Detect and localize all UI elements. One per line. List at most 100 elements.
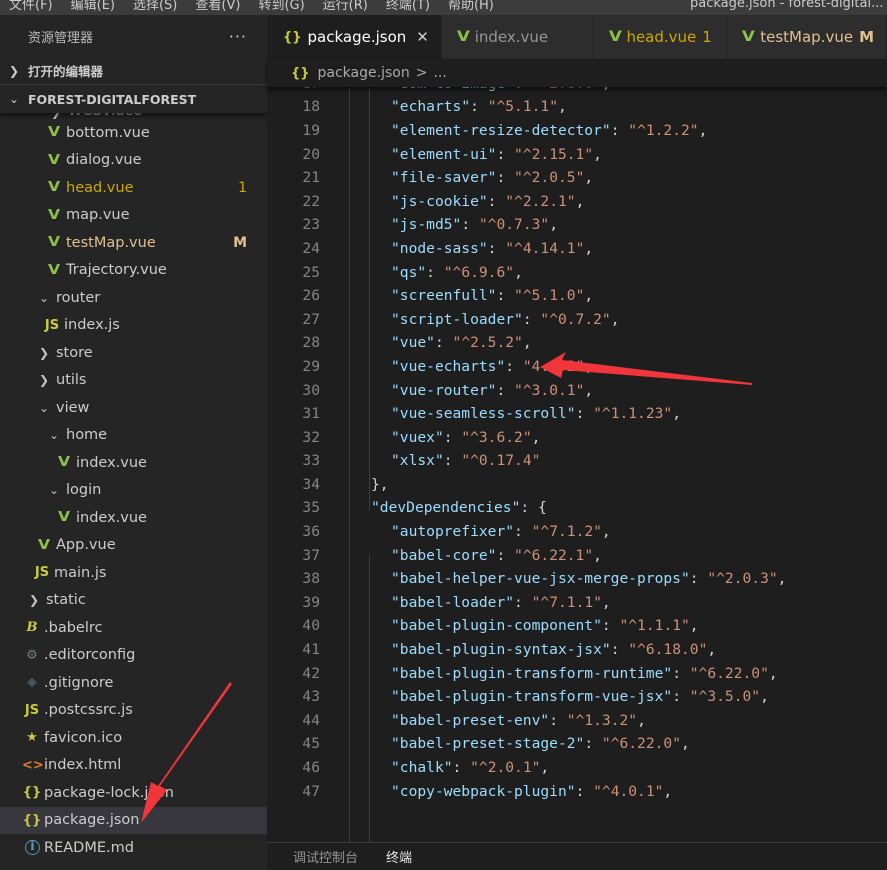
tree-item-label: utils xyxy=(56,372,87,389)
json-value: ^2.0.1 xyxy=(478,759,532,777)
tree-file-gitignore[interactable]: ◆ .gitignore xyxy=(0,669,267,697)
line-number: 42 xyxy=(302,664,320,682)
tree-folder-view[interactable]: ⌄ view xyxy=(0,394,267,422)
breadcrumb-separator: > xyxy=(415,65,428,81)
tree-file-babelrc[interactable]: B .babelrc xyxy=(0,614,267,642)
line-number: 46 xyxy=(302,759,320,777)
menu-help[interactable]: 帮助(H) xyxy=(439,0,503,13)
json-key: copy-webpack-plugin xyxy=(399,782,567,800)
tree-folder-home[interactable]: ⌄ home xyxy=(0,422,267,450)
code-line: 21 "file-saver": "^2.0.5", xyxy=(267,166,887,190)
line-number: 26 xyxy=(302,287,320,305)
tree-file-testmap-vue[interactable]: V testMap.vue M xyxy=(0,229,267,257)
tree-folder-static[interactable]: ❯ static xyxy=(0,587,267,615)
json-key: xlsx xyxy=(399,452,435,470)
tree-folder-login[interactable]: ⌄ login xyxy=(0,477,267,505)
tree-file-router-index-js[interactable]: JS index.js xyxy=(0,312,267,340)
tree-item-label: bottom.vue xyxy=(66,124,150,141)
tree-folder-utils[interactable]: ❯ utils xyxy=(0,367,267,395)
json-key: vue-router xyxy=(399,381,488,399)
json-value: ^3.5.0 xyxy=(698,688,752,706)
tree-file-dialog-vue[interactable]: V dialog.vue xyxy=(0,147,267,175)
code-text: "babel-plugin-component": "^1.1.1", xyxy=(391,617,699,635)
tree-file-home-index-vue[interactable]: V index.vue xyxy=(0,449,267,477)
tree-file-readme[interactable]: i README.md xyxy=(0,834,267,862)
json-key: element-resize-detector xyxy=(399,121,602,139)
tree-file-login-index-vue[interactable]: V index.vue xyxy=(0,504,267,532)
code-text: "script-loader": "^0.7.2", xyxy=(391,310,620,328)
tab-package-json[interactable]: {} package.json ✕ xyxy=(267,15,442,59)
tree-file-index-html[interactable]: <> index.html xyxy=(0,752,267,780)
tab-head-vue[interactable]: V head.vue 1 xyxy=(593,15,728,59)
tree-item-label: head.vue xyxy=(66,179,134,196)
tree-item-label: static xyxy=(46,592,86,609)
line-number: 18 xyxy=(302,98,320,116)
json-value: ^2.15.1 xyxy=(522,145,585,163)
tree-file-editorconfig[interactable]: ⚙ .editorconfig xyxy=(0,642,267,670)
vue-icon: V xyxy=(608,29,622,45)
line-number: 22 xyxy=(302,192,320,210)
menu-terminal[interactable]: 终端(T) xyxy=(377,0,439,13)
menu-file[interactable]: 文件(F) xyxy=(0,0,62,13)
tree-file-trajectory-vue[interactable]: V Trajectory.vue xyxy=(0,257,267,285)
json-key: babel-preset-stage-2 xyxy=(399,735,576,753)
chevron-right-icon: ❯ xyxy=(38,345,50,360)
code-line: 46 "chalk": "^2.0.1", xyxy=(267,756,887,780)
code-line: 25 "qs": "^6.9.6", xyxy=(267,260,887,284)
code-editor[interactable]: 16"compression-webpack-plugin": "^1.1.12… xyxy=(267,59,887,842)
tree-file-postcssrc-js[interactable]: JS .postcssrc.js xyxy=(0,697,267,725)
tree-file-map-vue[interactable]: V map.vue xyxy=(0,202,267,230)
json-key: script-loader xyxy=(399,310,515,328)
code-text: "element-resize-detector": "^1.2.2", xyxy=(391,121,708,139)
tree-file-package-lock-json[interactable]: {} package-lock.json xyxy=(0,779,267,807)
menu-go[interactable]: 转到(G) xyxy=(249,0,313,13)
tree-file-bottom-vue[interactable]: V bottom.vue xyxy=(0,119,267,147)
chevron-down-icon: ⌄ xyxy=(8,92,20,106)
code-text: "vue-router": "^3.0.1", xyxy=(391,381,594,399)
tree-folder-router[interactable]: ⌄ router xyxy=(0,284,267,312)
menu-view[interactable]: 查看(V) xyxy=(186,0,249,13)
close-icon[interactable]: ✕ xyxy=(416,28,429,46)
json-key: echarts xyxy=(399,98,462,116)
git-icon: ◆ xyxy=(27,675,37,691)
tree-item-label: index.js xyxy=(64,317,120,334)
menu-run[interactable]: 运行(R) xyxy=(314,0,377,13)
chevron-right-icon: ❯ xyxy=(8,63,20,78)
json-key: chalk xyxy=(399,759,444,777)
code-line: 47 "copy-webpack-plugin": "^4.0.1", xyxy=(267,779,887,803)
open-editors-section[interactable]: ❯ 打开的编辑器 xyxy=(0,57,267,85)
tree-item-label: view xyxy=(56,399,90,416)
line-number: 32 xyxy=(302,428,320,446)
breadcrumb-symbols[interactable]: ... xyxy=(433,65,446,81)
vue-icon: V xyxy=(47,207,61,223)
tab-testmap-vue[interactable]: V testMap.vue M xyxy=(727,15,887,59)
menu-selection[interactable]: 选择(S) xyxy=(124,0,186,13)
code-line: 37 "babel-core": "^6.22.1", xyxy=(267,543,887,567)
tree-file-head-vue[interactable]: V head.vue 1 xyxy=(0,174,267,202)
json-value: ^1.2.2 xyxy=(637,121,690,139)
tab-debug-console[interactable]: 调试控制台 xyxy=(293,847,358,866)
tree-item-label: .babelrc xyxy=(44,619,103,636)
tree-folder-store[interactable]: ❯ store xyxy=(0,339,267,367)
breadcrumb-file[interactable]: package.json xyxy=(318,65,410,81)
line-number: 21 xyxy=(302,169,320,187)
code-line: 45 "babel-preset-stage-2": "^6.22.0", xyxy=(267,732,887,756)
more-actions-button[interactable]: ··· xyxy=(229,27,247,46)
tab-terminal[interactable]: 终端 xyxy=(386,847,412,866)
tab-index-vue[interactable]: V index.vue xyxy=(441,15,594,59)
code-line: 44 "babel-preset-env": "^1.3.2", xyxy=(267,709,887,733)
line-number: 30 xyxy=(302,381,320,399)
punctuation: }, xyxy=(371,475,389,493)
code-text: "babel-plugin-transform-vue-jsx": "^3.5.… xyxy=(391,688,769,706)
vue-icon: V xyxy=(47,180,61,196)
chevron-down-icon: ⌄ xyxy=(38,290,50,305)
tree-item-label: .editorconfig xyxy=(44,647,136,664)
tree-file-app-vue[interactable]: V App.vue xyxy=(0,532,267,560)
tree-file-main-js[interactable]: JS main.js xyxy=(0,559,267,587)
tree-file-favicon[interactable]: ★ favicon.ico xyxy=(0,724,267,752)
project-section[interactable]: ⌄ FOREST-DIGITALFOREST xyxy=(0,85,267,113)
code-line: 20 "element-ui": "^2.15.1", xyxy=(267,142,887,166)
tree-file-package-json[interactable]: {} package.json xyxy=(0,806,267,834)
menu-bar: 文件(F) 编辑(E) 选择(S) 查看(V) 转到(G) 运行(R) 终端(T… xyxy=(0,0,887,15)
menu-edit[interactable]: 编辑(E) xyxy=(62,0,124,13)
